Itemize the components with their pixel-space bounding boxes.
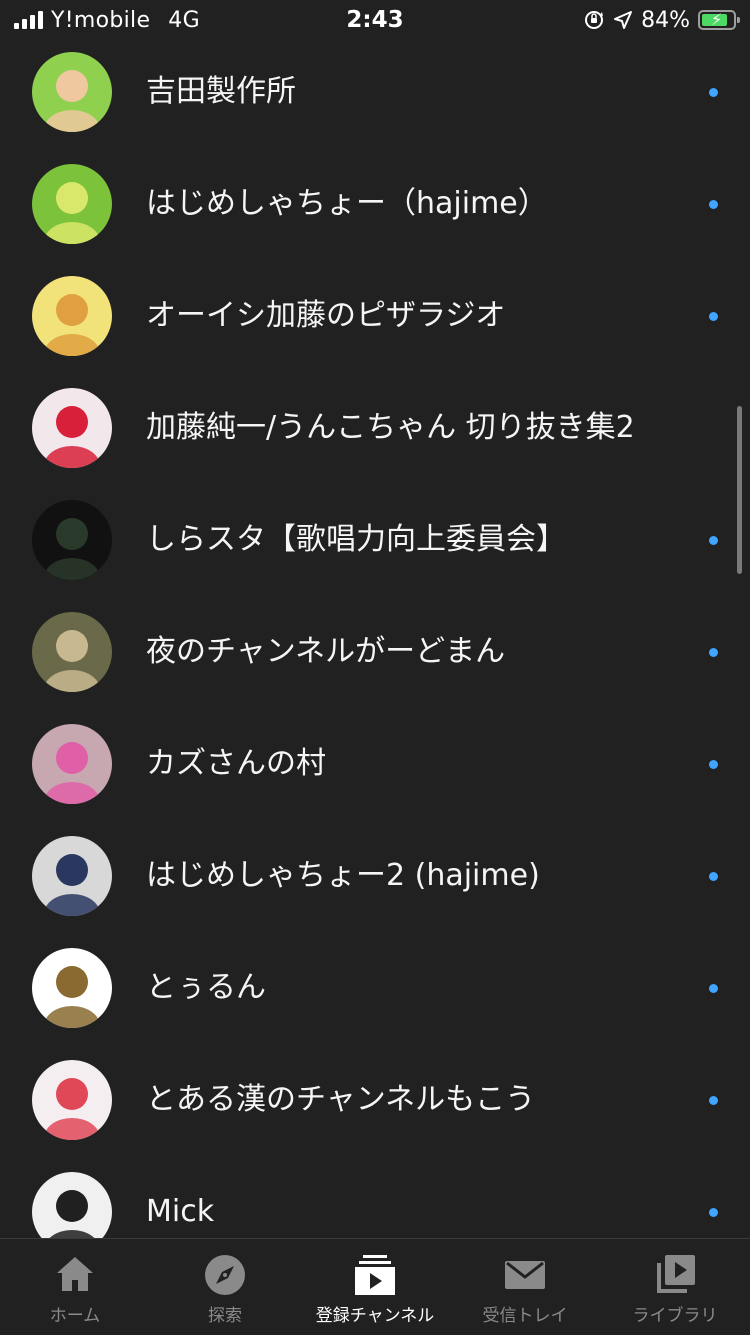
channel-row[interactable]: はじめしゃちょー（hajime） [0, 152, 750, 264]
explore-compass-icon [205, 1255, 245, 1295]
channel-avatar[interactable] [32, 276, 112, 356]
channel-avatar[interactable] [32, 388, 112, 468]
channel-avatar[interactable] [32, 612, 112, 692]
new-content-dot [709, 88, 718, 97]
channel-row[interactable]: Mick [0, 1160, 750, 1238]
subscriptions-icon [355, 1255, 395, 1295]
channel-name[interactable]: はじめしゃちょー（hajime） [146, 184, 548, 224]
tab-subscriptions[interactable]: 登録チャンネル [300, 1239, 450, 1335]
channel-avatar[interactable] [32, 1060, 112, 1140]
status-right: 84% ⚡ [583, 7, 740, 33]
channel-name[interactable]: Mick [146, 1192, 214, 1232]
home-icon [57, 1257, 93, 1291]
channel-row[interactable]: はじめしゃちょー2 (hajime) [0, 824, 750, 936]
status-bar: Y!mobile 4G 2:43 84% ⚡ [0, 0, 750, 40]
channel-name[interactable]: 吉田製作所 [146, 72, 296, 112]
subscriptions-channel-list[interactable]: 吉田製作所はじめしゃちょー（hajime） オーイシ加藤のピザラジオ加藤純一/うん… [0, 40, 750, 1238]
channel-avatar[interactable] [32, 500, 112, 580]
channel-avatar[interactable] [32, 948, 112, 1028]
channel-avatar[interactable] [32, 1172, 112, 1238]
channel-avatar[interactable] [32, 836, 112, 916]
channel-row[interactable]: カズさんの村 [0, 712, 750, 824]
location-arrow-icon [614, 11, 633, 29]
new-content-dot [709, 984, 718, 993]
new-content-dot [709, 648, 718, 657]
channel-row[interactable]: 夜のチャンネルがーどまん [0, 600, 750, 712]
channel-name[interactable]: はじめしゃちょー2 (hajime) [146, 856, 540, 896]
new-content-dot [709, 312, 718, 321]
channel-row[interactable]: とぅるん [0, 936, 750, 1048]
bottom-tab-bar: ホーム 探索 登録チャンネル 受信トレイ ライブラリ [0, 1238, 750, 1334]
channel-name[interactable]: とぅるん [146, 968, 266, 1008]
channel-avatar[interactable] [32, 52, 112, 132]
channel-avatar[interactable] [32, 164, 112, 244]
new-content-dot [709, 872, 718, 881]
library-icon [657, 1255, 695, 1293]
channel-row[interactable]: 加藤純一/うんこちゃん 切り抜き集2 [0, 376, 750, 488]
channel-row[interactable]: オーイシ加藤のピザラジオ [0, 264, 750, 376]
channel-name[interactable]: 夜のチャンネルがーどまん [146, 632, 505, 672]
tab-explore-label: 探索 [208, 1306, 242, 1326]
orientation-lock-icon [585, 11, 604, 29]
scroll-indicator[interactable] [737, 406, 742, 574]
channel-row[interactable]: しらスタ【歌唱力向上委員会】 [0, 488, 750, 600]
inbox-mail-icon [505, 1261, 545, 1289]
new-content-dot [709, 760, 718, 769]
channel-name[interactable]: しらスタ【歌唱力向上委員会】 [146, 520, 566, 560]
new-content-dot [709, 1096, 718, 1105]
new-content-dot [709, 200, 718, 209]
new-content-dot [709, 1208, 718, 1217]
tab-inbox[interactable]: 受信トレイ [450, 1239, 600, 1335]
tab-subscriptions-label: 登録チャンネル [315, 1306, 435, 1326]
tab-library[interactable]: ライブラリ [600, 1239, 750, 1335]
channel-name[interactable]: オーイシ加藤のピザラジオ [146, 296, 505, 336]
channel-name[interactable]: とある漢のチャンネルもこう [146, 1080, 535, 1120]
channel-avatar[interactable] [32, 724, 112, 804]
new-content-dot [709, 536, 718, 545]
battery-charging-icon: ⚡ [698, 10, 740, 30]
battery-percent: 84% [641, 7, 690, 33]
tab-home-label: ホーム [49, 1306, 101, 1326]
channel-name[interactable]: カズさんの村 [146, 744, 326, 784]
tab-inbox-label: 受信トレイ [482, 1306, 568, 1326]
tab-explore[interactable]: 探索 [150, 1239, 300, 1335]
tab-home[interactable]: ホーム [0, 1239, 150, 1335]
channel-row[interactable]: 吉田製作所 [0, 40, 750, 152]
channel-row[interactable]: とある漢のチャンネルもこう [0, 1048, 750, 1160]
tab-library-label: ライブラリ [632, 1306, 718, 1326]
channel-name[interactable]: 加藤純一/うんこちゃん 切り抜き集2 [146, 408, 635, 448]
